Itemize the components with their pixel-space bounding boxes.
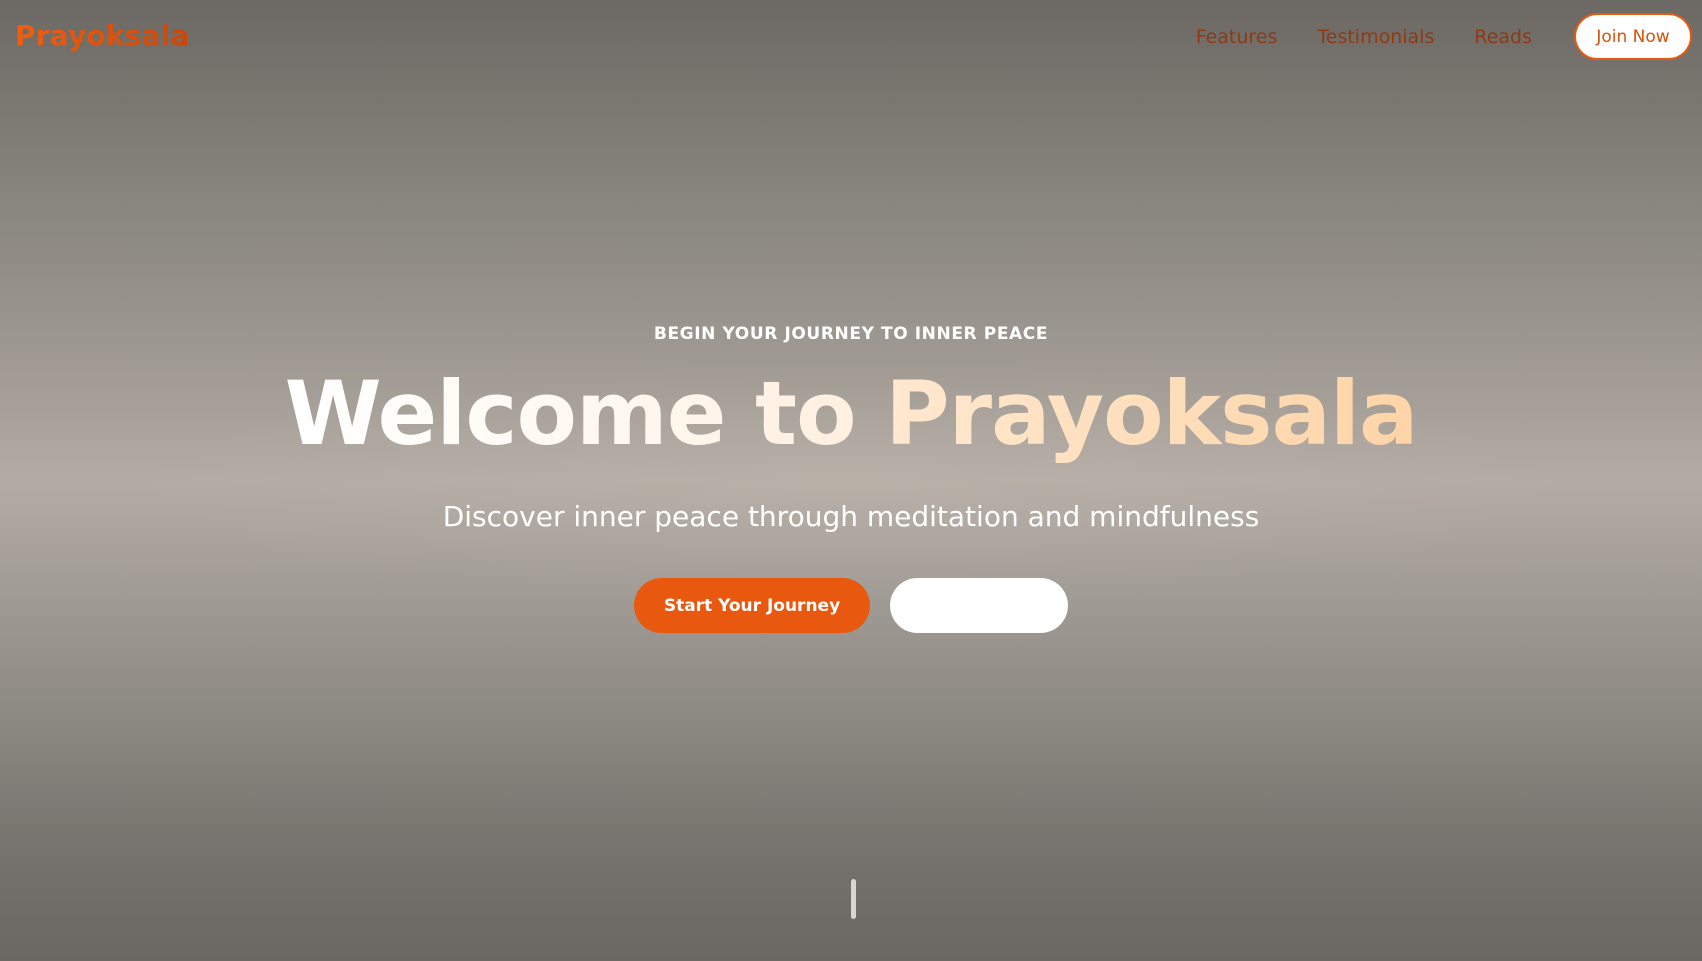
hero-title-brand: Prayoksala [885, 362, 1418, 465]
scroll-indicator-icon[interactable] [851, 879, 856, 919]
hero-title: Welcome to Prayoksala [0, 370, 1702, 458]
hero-eyebrow: BEGIN YOUR JOURNEY TO INNER PEACE [653, 324, 1049, 344]
start-journey-button[interactable]: Start Your Journey [634, 578, 870, 633]
hero-title-prefix: Welcome to [284, 362, 886, 465]
hero-section: BEGIN YOUR JOURNEY TO INNER PEACE Welcom… [0, 0, 1702, 961]
secondary-cta-button[interactable] [890, 578, 1068, 633]
hero-subtitle: Discover inner peace through meditation … [442, 500, 1260, 533]
cta-row: Start Your Journey [0, 578, 1702, 633]
